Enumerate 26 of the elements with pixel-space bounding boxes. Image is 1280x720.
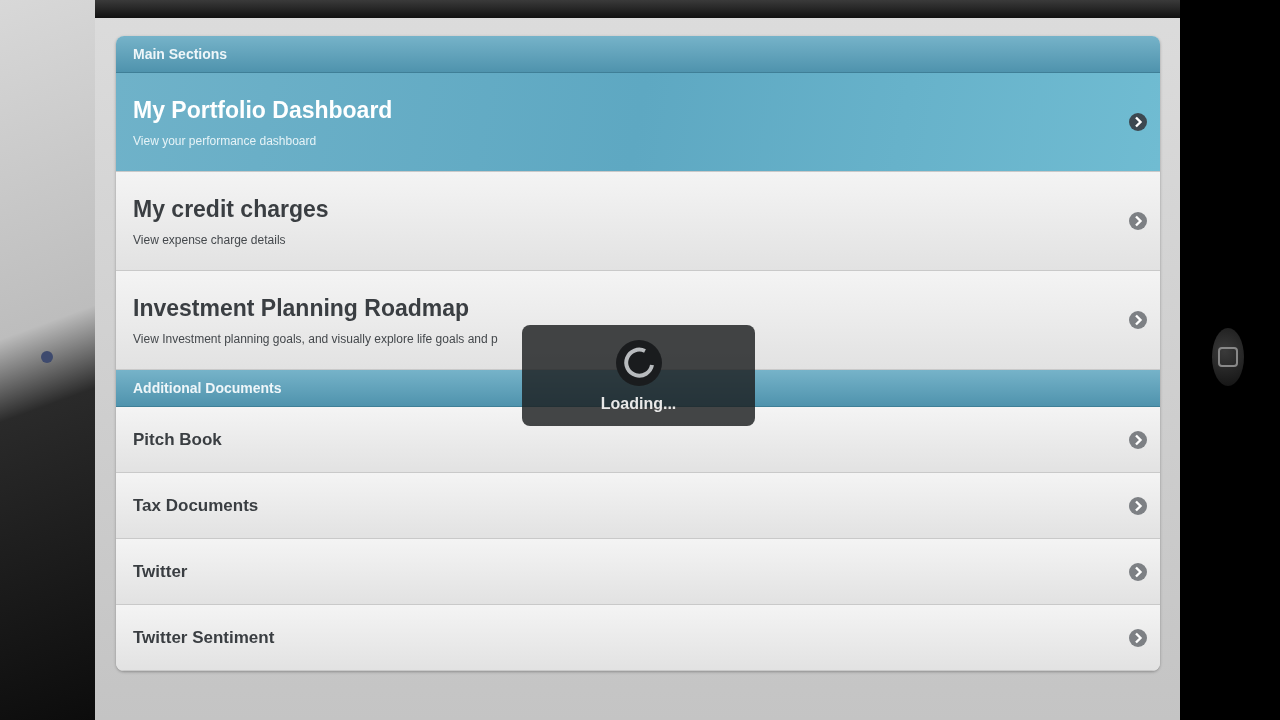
item-subtitle: View Investment planning goals, and visually explore life goals and p (133, 331, 498, 346)
item-title: Investment Planning Roadmap (133, 294, 471, 322)
list-item[interactable]: Twitter (116, 539, 1160, 605)
item-subtitle: View expense charge details (133, 232, 287, 247)
item-title: Pitch Book (133, 429, 222, 450)
item-title: My Portfolio Dashboard (133, 96, 393, 124)
spinner-icon (614, 338, 663, 387)
home-button[interactable] (1212, 328, 1244, 386)
chevron-icon (1128, 211, 1148, 231)
list-item[interactable]: My credit charges View expense charge details (116, 172, 1160, 271)
item-title: Tax Documents (133, 495, 259, 516)
chevron-icon (1128, 495, 1148, 516)
chevron-icon (1128, 561, 1148, 582)
list-item[interactable]: Twitter Sentiment (116, 605, 1160, 671)
section-header: Main Sections (116, 36, 1160, 73)
chevron-icon (1128, 112, 1148, 132)
item-title: My credit charges (133, 195, 329, 223)
chevron-icon (1128, 310, 1148, 330)
list-item[interactable]: Tax Documents (116, 473, 1160, 539)
chevron-icon (1128, 627, 1148, 648)
camera-dot (41, 351, 53, 363)
list-item[interactable]: Investment Planning Roadmap View Investment planning goals, and visually explore life goals and p (116, 271, 1160, 370)
item-subtitle: View your performance dashboard (133, 133, 318, 148)
chevron-icon (1128, 429, 1148, 450)
item-title: Twitter (133, 561, 188, 582)
item-title: Twitter Sentiment (133, 627, 275, 648)
